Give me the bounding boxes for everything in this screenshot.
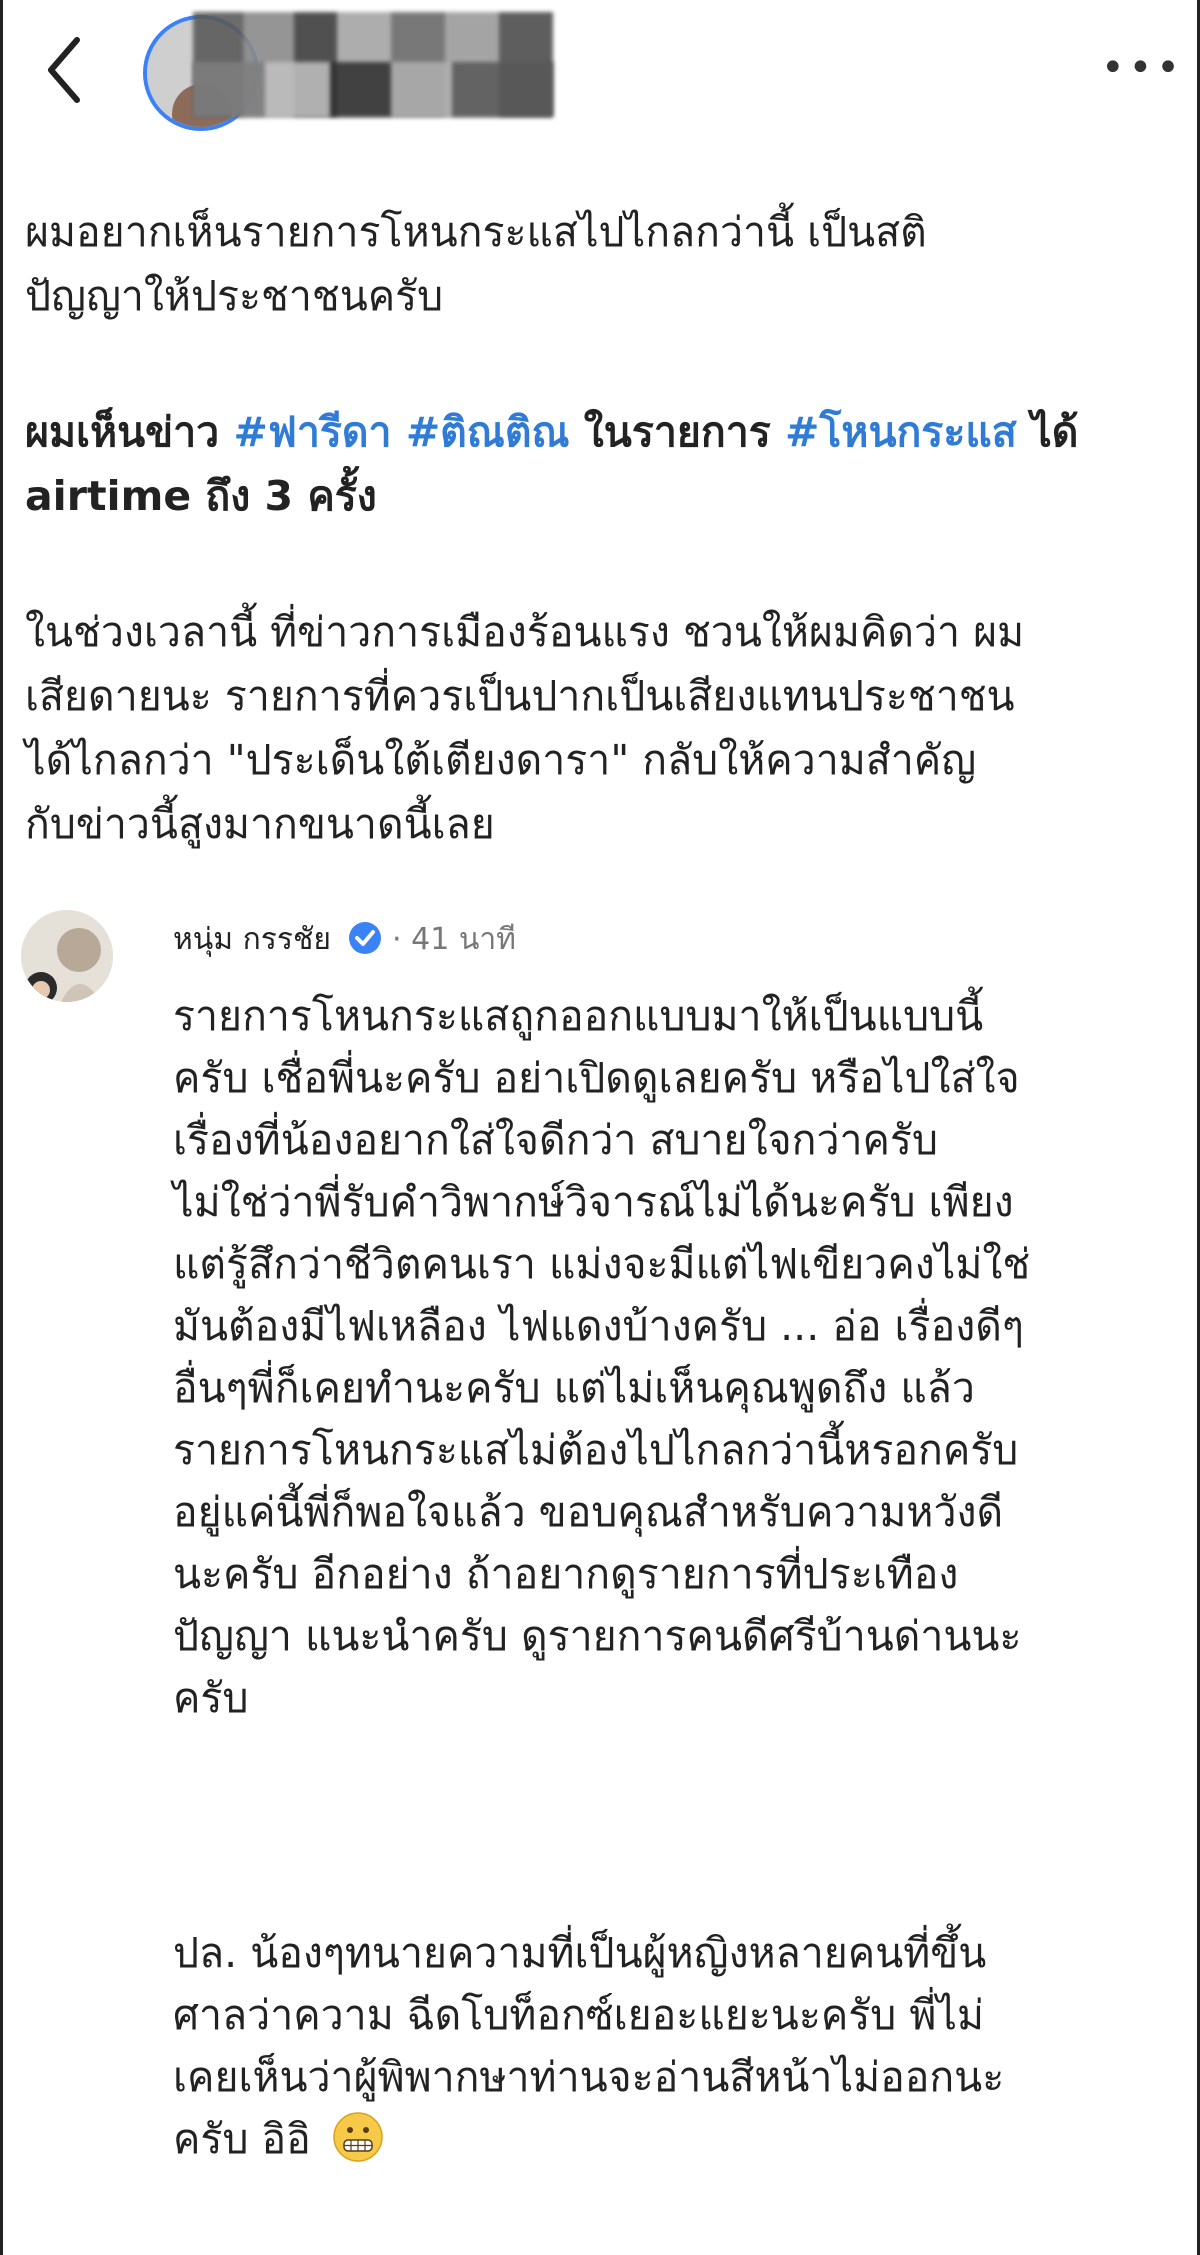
- comment-line: ศาลว่าความ ฉีดโบท็อกซ์เยอะแยะนะครับ พี่ไ…: [173, 1991, 985, 2039]
- comment-header: หนุ่ม กรรชัย · 41 นาที: [173, 918, 516, 962]
- meta-separator: ·: [392, 922, 412, 957]
- more-dots-icon: •••: [1101, 45, 1184, 91]
- verified-badge-icon: [349, 922, 382, 954]
- comment-line: ไม่ใช่ว่าพี่รับคำวิพากษ์วิจารณ์ไม่ได้นะค…: [173, 1178, 1014, 1226]
- hashtag-link[interactable]: #ติณติณ: [406, 408, 570, 456]
- comment-line: แต่รู้สึกว่าชีวิตคนเรา แม่งจะมีแต่ไฟเขีย…: [173, 1240, 1031, 1288]
- text-span: ในรายการ: [569, 408, 786, 456]
- comment-line: ครับ: [173, 1674, 249, 1722]
- comment-line: เรื่องที่น้องอยากใส่ใจดีกว่า สบายใจกว่าค…: [173, 1116, 938, 1164]
- post-line: ในช่วงเวลานี้ ที่ข่าวการเมืองร้อนแรง ชวน…: [25, 608, 1025, 656]
- back-button[interactable]: [41, 34, 89, 106]
- post-line: ผมเห็นข่าว #ฟารีดา #ติณติณ ในรายการ #โหน…: [25, 400, 1185, 464]
- comment-last-line: ครับ อิอิ: [173, 2108, 1183, 2170]
- screen-frame: ••• ผมอยากเห็นรายการโหนกระแสไปไกลกว่านี้…: [0, 0, 1200, 2255]
- post-line: ผมอยากเห็นรายการโหนกระแสไปไกลกว่านี้ เป็…: [25, 208, 927, 256]
- post-line: airtime ถึง 3 ครั้ง: [25, 472, 377, 520]
- hashtag-link[interactable]: #ฟารีดา: [233, 408, 391, 456]
- comment-body: รายการโหนกระแสถูกออกแบบมาให้เป็นแบบนี้ ค…: [173, 985, 1183, 1729]
- post-paragraph-1: ผมอยากเห็นรายการโหนกระแสไปไกลกว่านี้ เป็…: [25, 200, 1185, 328]
- text-span: ได้: [1016, 408, 1079, 456]
- post-line: เสียดายนะ รายการที่ควรเป็นปากเป็นเสียงแท…: [25, 672, 1015, 720]
- post-line: ปัญญาให้ประชาชนครับ: [25, 272, 444, 320]
- comment-line: อื่นๆพี่ก็เคยทำนะครับ แต่ไม่เห็นคุณพูดถึ…: [173, 1364, 975, 1412]
- comment-timestamp[interactable]: 41 นาที: [411, 922, 516, 957]
- comment-line: รายการโหนกระแสถูกออกแบบมาให้เป็นแบบนี้: [173, 992, 984, 1040]
- back-chevron-icon: [48, 37, 80, 103]
- comment-line-text: ครับ อิอิ: [173, 2115, 311, 2163]
- comment-line: นะครับ อีกอย่าง ถ้าอยากดูรายการที่ประเทื…: [173, 1550, 959, 1598]
- commenter-avatar-photo: [21, 910, 113, 1002]
- comment-line: ปล. น้องๆทนายความที่เป็นผู้หญิงหลายคนที่…: [173, 1929, 987, 1977]
- post-paragraph-2: ผมเห็นข่าว #ฟารีดา #ติณติณ ในรายการ #โหน…: [25, 400, 1185, 528]
- comment-line: มันต้องมีไฟเหลือง ไฟแดงบ้างครับ ... อ่อ …: [173, 1302, 1024, 1350]
- comment-line: ครับ เชื่อพี่นะครับ อย่าเปิดดูเลยครับ หร…: [173, 1054, 1020, 1102]
- comment-line: เคยเห็นว่าผู้พิพากษาท่านจะอ่านสีหน้าไม่อ…: [173, 2053, 1005, 2101]
- grimacing-face-emoji-icon: [333, 2112, 383, 2162]
- comment-postscript: ปล. น้องๆทนายความที่เป็นผู้หญิงหลายคนที่…: [173, 1922, 1183, 2170]
- post-header: •••: [3, 0, 1200, 150]
- post-paragraph-3: ในช่วงเวลานี้ ที่ข่าวการเมืองร้อนแรง ชวน…: [25, 600, 1185, 856]
- hashtag-link[interactable]: #โหนกระแส: [785, 408, 1017, 456]
- commenter-name[interactable]: หนุ่ม กรรชัย: [173, 922, 331, 957]
- comment-line: รายการโหนกระแสไม่ต้องไปไกลกว่านี้หรอกครั…: [173, 1426, 1019, 1474]
- comment-line: อยู่แค่นี้พี่ก็พอใจแล้ว ขอบคุณสำหรับความ…: [173, 1488, 1004, 1536]
- text-span: ผมเห็นข่าว: [25, 408, 234, 456]
- comment-line: ปัญญา แนะนำครับ ดูรายการคนดีศรีบ้านด่านน…: [173, 1612, 1022, 1660]
- more-options-button[interactable]: •••: [1101, 48, 1184, 88]
- post-line: ได้ไกลกว่า "ประเด็นใต้เตียงดารา" กลับให้…: [25, 736, 977, 784]
- blurred-author-meta: [193, 62, 553, 117]
- post-line: กับข่าวนี้สูงมากขนาดนี้เลย: [25, 800, 495, 848]
- commenter-avatar[interactable]: [21, 910, 113, 1002]
